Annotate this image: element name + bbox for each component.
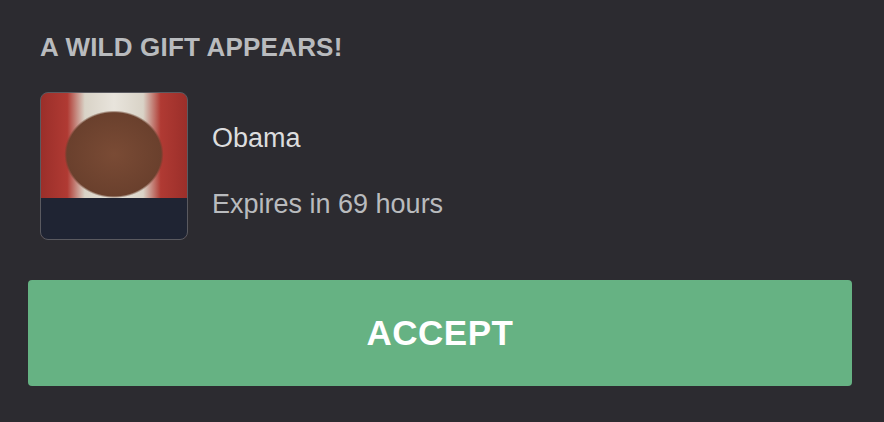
gift-avatar xyxy=(40,92,188,240)
accept-button[interactable]: ACCEPT xyxy=(28,280,852,386)
embed-title: A WILD GIFT APPEARS! xyxy=(40,30,852,64)
gift-embed: A WILD GIFT APPEARS! Obama Expires in 69 h… xyxy=(0,0,884,422)
gift-info: Obama Expires in 69 hours xyxy=(212,92,443,222)
gift-row: Obama Expires in 69 hours xyxy=(40,92,852,240)
gift-expiry: Expires in 69 hours xyxy=(212,186,443,222)
gift-name: Obama xyxy=(212,120,443,156)
